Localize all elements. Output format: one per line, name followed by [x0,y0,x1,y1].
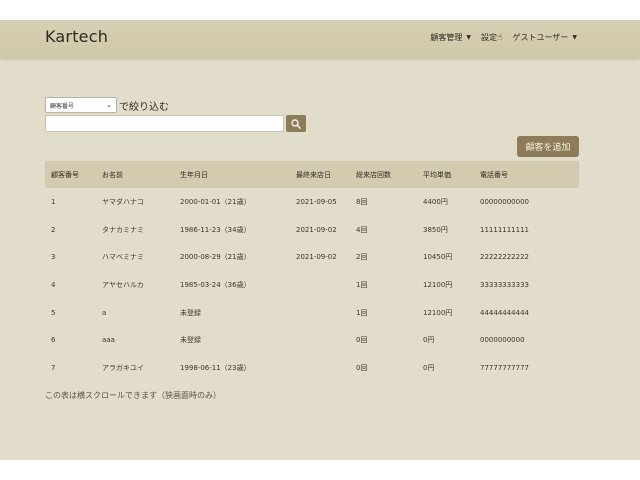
search-icon [291,118,301,129]
cell-birthdate: 1998-06-11（23歳） [180,363,251,372]
cell-customer-number: 6 [51,336,56,345]
cell-phone: 0000000000 [480,336,525,345]
filter-row: 顧客番号 ⌄ で絞り込む [45,97,169,113]
cell-birthdate: 1985-03-24（36歳） [180,280,251,289]
cell-name: アラガキユイ [102,363,144,372]
cell-visit-count: 4回 [356,225,368,234]
cell-last-visit [296,326,356,354]
cell-visit-count: 8回 [356,197,368,206]
cell-birthdate: 2000-01-01（21歳） [180,197,251,206]
customer-table: 顧客番号 お名前 生年月日 最終来店日 総来店回数 平均単価 電話番号 1 ヤマ… [45,161,579,382]
cell-birthdate: 未登録 [180,308,201,317]
cell-average-price: 12100円 [423,308,453,317]
table-row[interactable]: 2 タナカミナミ 1986-11-23（34歳） 2021-09-02 4回 3… [45,216,579,244]
cell-average-price: 3850円 [423,225,448,234]
cell-customer-number: 1 [51,197,56,206]
cell-average-price: 0円 [423,363,435,372]
table-row[interactable]: 3 ハマベミナミ 2000-08-29（21歳） 2021-09-02 2回 1… [45,243,579,271]
nav-customer-management[interactable]: 顧客管理 ▼ [430,32,471,43]
filter-field-select-value: 顧客番号 [50,102,75,110]
cell-last-visit: 2021-09-05 [296,197,337,206]
cell-visit-count: 2回 [356,253,368,262]
cell-customer-number: 3 [51,253,56,262]
cell-last-visit [296,354,356,382]
filter-suffix-label: で絞り込む [119,101,169,113]
search-row [45,115,306,132]
cell-visit-count: 0回 [356,336,368,345]
cell-phone: 22222222222 [480,253,529,262]
filter-field-select[interactable]: 顧客番号 ⌄ [45,97,117,113]
cell-name: アヤセハルカ [102,280,144,289]
caret-down-icon: ▼ [572,34,577,41]
cell-name: ハマベミナミ [102,253,144,262]
mouse-cursor-icon: ☝ [497,32,503,43]
cell-customer-number: 7 [51,363,56,372]
column-header-birthdate[interactable]: 生年月日 [180,161,296,188]
scroll-note: この表は横スクロールできます（狭画面時のみ） [45,391,221,400]
brand-logo[interactable]: Kartech [45,27,108,46]
nav-settings-label: 設定 [481,33,498,42]
column-header-phone[interactable]: 電話番号 [480,161,579,188]
cell-average-price: 0円 [423,336,435,345]
search-button[interactable] [286,115,306,132]
add-customer-button[interactable]: 顧客を追加 [517,136,579,157]
table-row[interactable]: 1 ヤマダハナコ 2000-01-01（21歳） 2021-09-05 8回 4… [45,188,579,216]
table-row[interactable]: 6 aaa 未登録 0回 0円 0000000000 [45,326,579,354]
caret-down-icon: ▼ [466,34,472,41]
column-header-name[interactable]: お名前 [102,161,180,188]
nav-customer-management-label: 顧客管理 [430,33,463,42]
cell-phone: 77777777777 [480,363,529,372]
cell-birthdate: 2000-08-29（21歳） [180,253,251,262]
table-row[interactable]: 7 アラガキユイ 1998-06-11（23歳） 0回 0円 777777777… [45,354,579,382]
cell-name: タナカミナミ [102,225,144,234]
cell-average-price: 4400円 [423,197,448,206]
cell-birthdate: 1986-11-23（34歳） [180,225,251,234]
table-row[interactable]: 5 a 未登録 1回 12100円 44444444444 [45,299,579,327]
cell-customer-number: 5 [51,308,56,317]
cell-birthdate: 未登録 [180,336,201,345]
search-input[interactable] [45,115,284,132]
cell-customer-number: 4 [51,280,56,289]
column-header-customer-number[interactable]: 顧客番号 [45,161,102,188]
table-row[interactable]: 4 アヤセハルカ 1985-03-24（36歳） 1回 12100円 33333… [45,271,579,299]
cell-name: a [102,308,107,317]
chevron-down-icon: ⌄ [106,101,112,109]
table-header-row: 顧客番号 お名前 生年月日 最終来店日 総来店回数 平均単価 電話番号 [45,161,579,188]
cell-last-visit: 2021-09-02 [296,253,337,262]
cell-customer-number: 2 [51,225,56,234]
cell-last-visit [296,271,356,299]
cell-average-price: 10450円 [423,253,453,262]
nav-settings[interactable]: 設定 ☝ [481,32,502,43]
nav-guest-user[interactable]: ゲストユーザー ▼ [513,32,577,43]
column-header-last-visit[interactable]: 最終来店日 [296,161,356,188]
cell-visit-count: 1回 [356,280,368,289]
column-header-visit-count[interactable]: 総来店回数 [356,161,423,188]
cell-visit-count: 1回 [356,308,368,317]
cell-phone: 44444444444 [480,308,529,317]
cell-phone: 11111111111 [480,225,529,234]
cell-last-visit [296,299,356,327]
nav-menu: 顧客管理 ▼ 設定 ☝ ゲストユーザー ▼ [430,32,577,43]
page-viewport: Kartech 顧客管理 ▼ 設定 ☝ ゲストユーザー ▼ 顧客番号 ⌄ で絞り… [0,20,640,460]
cell-phone: 33333333333 [480,280,529,289]
cell-last-visit: 2021-09-02 [296,225,337,234]
cell-visit-count: 0回 [356,363,368,372]
navbar: Kartech 顧客管理 ▼ 設定 ☝ ゲストユーザー ▼ [0,20,640,58]
nav-guest-user-label: ゲストユーザー [512,33,569,42]
cell-average-price: 12100円 [423,280,453,289]
column-header-average-price[interactable]: 平均単価 [423,161,480,188]
cell-name: aaa [102,336,115,345]
cell-name: ヤマダハナコ [102,197,144,206]
cell-phone: 00000000000 [480,197,529,206]
